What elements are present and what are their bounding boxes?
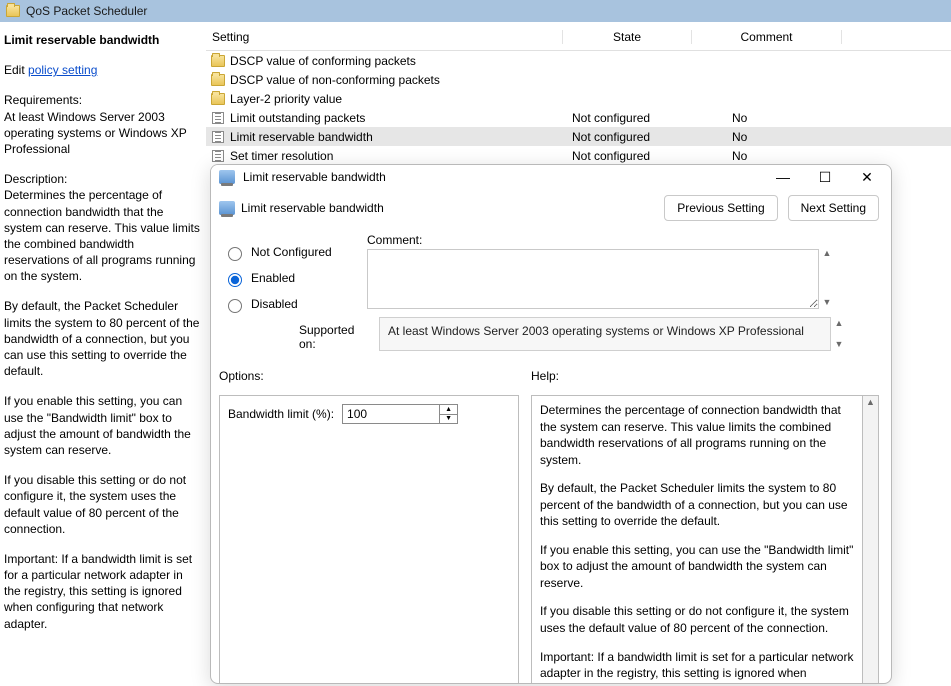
folder-icon xyxy=(6,5,20,17)
spinner-down-icon[interactable]: ▼ xyxy=(440,415,457,424)
previous-setting-button[interactable]: Previous Setting xyxy=(664,195,777,221)
radio-disabled[interactable]: Disabled xyxy=(223,291,367,317)
parent-window-title: QoS Packet Scheduler xyxy=(26,4,147,18)
help-scrollbar[interactable]: ▲ xyxy=(863,395,879,684)
list-item-state: Not configured xyxy=(562,130,692,144)
edit-policy-line: Edit policy setting xyxy=(4,62,202,78)
supported-on-label: Supported on: xyxy=(299,317,379,351)
list-item[interactable]: Limit outstanding packetsNot configuredN… xyxy=(206,108,951,127)
folder-icon xyxy=(211,93,225,105)
folder-icon xyxy=(211,55,225,67)
radio-enabled[interactable]: Enabled xyxy=(223,265,367,291)
setting-icon xyxy=(212,150,224,162)
comment-textarea[interactable] xyxy=(367,249,819,309)
list-item-label: DSCP value of conforming packets xyxy=(226,54,562,68)
requirements-text: At least Windows Server 2003 operating s… xyxy=(4,110,187,156)
bandwidth-limit-spinner[interactable]: ▲ ▼ xyxy=(342,404,458,424)
list-item-label: DSCP value of non-conforming packets xyxy=(226,73,562,87)
policy-icon xyxy=(219,201,235,215)
list-item-comment: No xyxy=(692,149,842,163)
policy-icon xyxy=(219,170,235,184)
options-label: Options: xyxy=(219,369,519,383)
list-item-state: Not configured xyxy=(562,111,692,125)
bandwidth-limit-label: Bandwidth limit (%): xyxy=(228,407,334,421)
list-item[interactable]: DSCP value of non-conforming packets xyxy=(206,70,951,89)
radio-not-configured[interactable]: Not Configured xyxy=(223,239,367,265)
list-item-label: Set timer resolution xyxy=(226,149,562,163)
list-item-label: Layer-2 priority value xyxy=(226,92,562,106)
spinner-up-icon[interactable]: ▲ xyxy=(440,405,457,415)
list-item-comment: No xyxy=(692,111,842,125)
requirements-header: Requirements: xyxy=(4,93,82,107)
selected-policy-heading: Limit reservable bandwidth xyxy=(4,32,202,48)
settings-list: DSCP value of conforming packets DSCP val… xyxy=(206,51,951,165)
scroll-down-icon[interactable]: ▼ xyxy=(835,340,844,349)
comment-label: Comment: xyxy=(367,233,879,247)
scroll-up-icon[interactable]: ▲ xyxy=(835,319,844,328)
options-box: Bandwidth limit (%): ▲ ▼ xyxy=(219,395,519,684)
maximize-button[interactable]: ☐ xyxy=(813,165,837,189)
scroll-up-icon[interactable]: ▲ xyxy=(823,249,832,258)
dialog-title: Limit reservable bandwidth xyxy=(243,170,386,184)
next-setting-button[interactable]: Next Setting xyxy=(788,195,879,221)
help-label: Help: xyxy=(531,369,879,383)
folder-icon xyxy=(211,74,225,86)
details-pane: Limit reservable bandwidth Edit policy s… xyxy=(0,22,206,686)
list-item[interactable]: Set timer resolutionNot configuredNo xyxy=(206,146,951,165)
list-item-comment: No xyxy=(692,130,842,144)
dialog-heading: Limit reservable bandwidth xyxy=(235,201,384,215)
column-header-setting[interactable]: Setting xyxy=(206,30,562,44)
dialog-titlebar[interactable]: Limit reservable bandwidth — ☐ ✕ xyxy=(211,165,891,189)
list-item[interactable]: Limit reservable bandwidthNot configured… xyxy=(206,127,951,146)
close-button[interactable]: ✕ xyxy=(855,165,879,189)
description-header: Description: xyxy=(4,172,67,186)
settings-list-header: Setting State Comment xyxy=(206,26,951,51)
list-item-label: Limit outstanding packets xyxy=(226,111,562,125)
parent-window-titlebar: QoS Packet Scheduler xyxy=(0,0,951,22)
bandwidth-limit-input[interactable] xyxy=(343,405,439,423)
list-item[interactable]: Layer-2 priority value xyxy=(206,89,951,108)
list-item[interactable]: DSCP value of conforming packets xyxy=(206,51,951,70)
minimize-button[interactable]: — xyxy=(771,165,795,189)
scroll-down-icon[interactable]: ▼ xyxy=(823,298,832,307)
column-header-state[interactable]: State xyxy=(562,30,692,44)
edit-policy-link[interactable]: policy setting xyxy=(28,63,97,77)
list-item-label: Limit reservable bandwidth xyxy=(226,130,562,144)
scroll-up-icon[interactable]: ▲ xyxy=(866,398,875,407)
setting-icon xyxy=(212,112,224,124)
supported-on-text: At least Windows Server 2003 operating s… xyxy=(379,317,831,351)
column-header-comment[interactable]: Comment xyxy=(692,30,842,44)
help-text-box: Determines the percentage of connection … xyxy=(531,395,863,684)
list-item-state: Not configured xyxy=(562,149,692,163)
setting-icon xyxy=(212,131,224,143)
policy-dialog: Limit reservable bandwidth — ☐ ✕ Limit r… xyxy=(210,164,892,684)
